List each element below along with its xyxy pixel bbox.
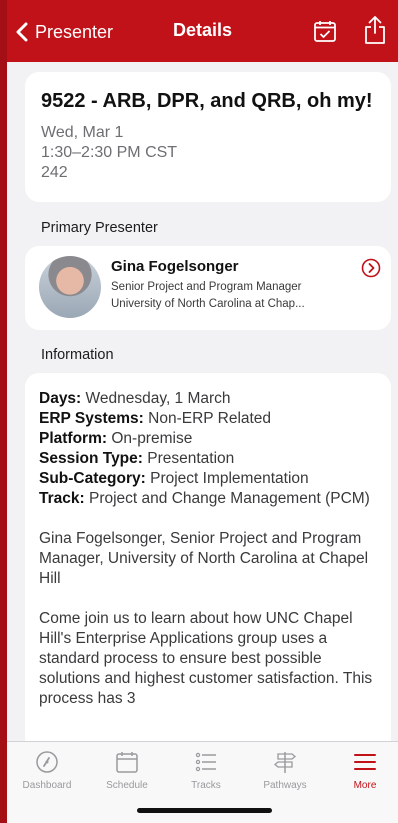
session-time: 1:30–2:30 PM CST: [41, 144, 178, 161]
tab-schedule[interactable]: Schedule: [91, 750, 163, 791]
info-key: Track:: [39, 490, 85, 507]
tab-dashboard[interactable]: Dashboard: [11, 750, 83, 791]
info-value: Project Implementation: [145, 470, 309, 487]
tab-label: Pathways: [263, 780, 307, 791]
primary-presenter-heading: Primary Presenter: [41, 220, 158, 236]
add-to-calendar-icon[interactable]: [313, 19, 337, 43]
presenter-details: Senior Project and Program Manager Unive…: [111, 279, 305, 313]
presenter-role: Senior Project and Program Manager: [111, 281, 302, 293]
gauge-icon: [36, 751, 58, 773]
session-meta: Wed, Mar 1 1:30–2:30 PM CST 242: [41, 123, 375, 183]
info-row-session-type: Session Type: Presentation: [39, 449, 377, 469]
presenter-card[interactable]: Gina Fogelsonger Senior Project and Prog…: [25, 246, 391, 330]
tab-more[interactable]: More: [329, 750, 398, 791]
tab-label: Dashboard: [22, 780, 72, 791]
list-icon: [195, 752, 216, 772]
app-screen: Presenter Details 9522 - ARB, DPR, and Q…: [7, 0, 398, 823]
info-key: Days:: [39, 390, 82, 407]
tab-label: Schedule: [106, 780, 148, 791]
info-value: Non-ERP Related: [143, 410, 272, 427]
info-row-erp-systems: ERP Systems: Non-ERP Related: [39, 409, 377, 429]
page-title: Details: [172, 20, 233, 40]
info-key: Platform:: [39, 430, 108, 447]
presenter-avatar: [39, 256, 101, 318]
presenter-bio: Gina Fogelsonger, Senior Project and Pro…: [39, 530, 369, 587]
session-date: Wed, Mar 1: [41, 124, 124, 141]
tab-pathways[interactable]: Pathways: [249, 750, 321, 791]
tab-tracks[interactable]: Tracks: [170, 750, 242, 791]
info-value: On-premise: [107, 430, 193, 447]
session-title: 9522 - ARB, DPR, and QRB, oh my!: [41, 90, 373, 112]
chevron-circle-right-icon[interactable]: [361, 258, 381, 278]
info-key: Session Type:: [39, 450, 143, 467]
share-icon[interactable]: [363, 15, 387, 45]
info-key: Sub-Category:: [39, 470, 146, 487]
information-card: Days: Wednesday, 1 March ERP Systems: No…: [25, 373, 391, 753]
session-room: 242: [41, 164, 68, 181]
info-row-sub-category: Sub-Category: Project Implementation: [39, 469, 377, 489]
info-row-platform: Platform: On-premise: [39, 429, 377, 449]
navigation-bar: Presenter Details: [7, 0, 398, 62]
session-description: Come join us to learn about how UNC Chap…: [39, 610, 373, 707]
presenter-organization: University of North Carolina at Chap...: [111, 298, 305, 310]
info-key: ERP Systems:: [39, 410, 144, 427]
info-value: Wednesday, 1 March: [81, 390, 231, 407]
calendar-icon: [116, 752, 138, 773]
info-row-days: Days: Wednesday, 1 March: [39, 389, 377, 409]
information-heading: Information: [41, 347, 114, 363]
tab-label: More: [353, 780, 377, 791]
session-card: 9522 - ARB, DPR, and QRB, oh my! Wed, Ma…: [25, 72, 391, 202]
menu-icon: [354, 754, 376, 770]
presenter-name: Gina Fogelsonger: [111, 258, 239, 275]
home-indicator[interactable]: [137, 808, 272, 813]
info-value: Presentation: [142, 450, 235, 467]
signpost-icon: [273, 752, 297, 773]
info-value: Project and Change Management (PCM): [84, 490, 370, 507]
tab-label: Tracks: [191, 780, 221, 791]
info-row-track: Track: Project and Change Management (PC…: [39, 489, 377, 509]
